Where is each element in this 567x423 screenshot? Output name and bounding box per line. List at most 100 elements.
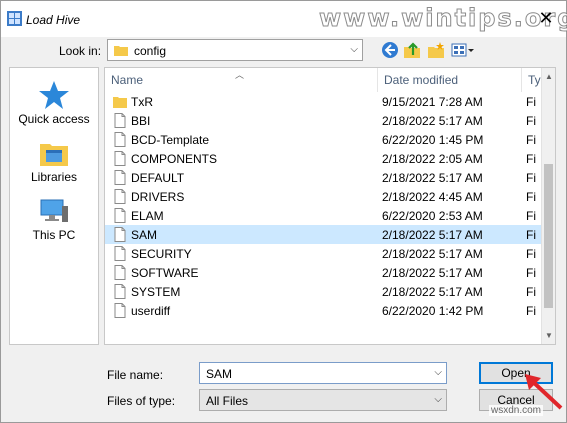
file-date: 6/22/2020 1:42 PM <box>382 304 484 318</box>
file-row[interactable]: SYSTEM 2/18/2022 5:17 AM Fi <box>105 282 541 301</box>
look-in-dropdown[interactable]: config ⌵ <box>107 39 363 61</box>
column-header-name[interactable]: Name <box>105 68 378 92</box>
view-menu-icon[interactable] <box>451 41 475 59</box>
file-icon <box>114 227 126 242</box>
watermark-text: www.wintips.org <box>318 4 567 33</box>
file-type: Fi <box>526 228 536 242</box>
up-folder-icon[interactable] <box>403 41 421 59</box>
file-name: BBI <box>131 114 151 128</box>
credit-text: wsxdn.com <box>489 405 544 416</box>
file-row[interactable]: BBI 2/18/2022 5:17 AM Fi <box>105 111 541 130</box>
file-icon <box>114 151 126 166</box>
file-name: BCD-Template <box>131 133 210 147</box>
look-in-label: Look in: <box>59 44 102 58</box>
file-row[interactable]: SECURITY 2/18/2022 5:17 AM Fi <box>105 244 541 263</box>
file-date: 2/18/2022 2:05 AM <box>382 152 483 166</box>
file-name-input[interactable]: SAM ⌵ <box>199 362 447 384</box>
file-date: 2/18/2022 5:17 AM <box>382 114 483 128</box>
vertical-scrollbar[interactable]: ▲ ▼ <box>541 68 555 344</box>
file-icon <box>114 265 126 280</box>
file-name: DRIVERS <box>131 190 185 204</box>
computer-icon <box>40 199 68 222</box>
file-name: userdiff <box>131 304 171 318</box>
file-name-value: SAM <box>206 367 233 381</box>
file-row[interactable]: SOFTWARE 2/18/2022 5:17 AM Fi <box>105 263 541 282</box>
files-of-type-label: Files of type: <box>107 394 176 408</box>
star-icon <box>39 81 69 109</box>
file-name: SAM <box>131 228 158 242</box>
scroll-up-icon[interactable]: ▲ <box>545 72 553 81</box>
new-folder-icon[interactable] <box>427 41 445 59</box>
file-row[interactable]: userdiff 6/22/2020 1:42 PM Fi <box>105 301 541 320</box>
place-libraries[interactable]: Libraries <box>10 138 98 184</box>
file-date: 2/18/2022 5:17 AM <box>382 266 483 280</box>
places-bar: Quick access Libraries This PC <box>9 67 99 345</box>
chevron-down-icon: ⌵ <box>350 44 358 55</box>
file-icon <box>114 208 126 223</box>
files-of-type-dropdown[interactable]: All Files ⌵ <box>199 389 447 411</box>
column-header-type[interactable]: Ty <box>522 68 541 92</box>
file-row[interactable]: DEFAULT 2/18/2022 5:17 AM Fi <box>105 168 541 187</box>
file-icon <box>114 113 126 128</box>
file-name: SYSTEM <box>131 285 181 299</box>
file-list[interactable]: ︿ Name Date modified Ty TxR 9/15/2021 7:2… <box>104 67 556 345</box>
file-type: Fi <box>526 247 536 261</box>
place-this-pc[interactable]: This PC <box>10 196 98 242</box>
file-type: Fi <box>526 114 536 128</box>
chevron-down-icon: ⌵ <box>434 394 442 405</box>
file-name: TxR <box>131 95 153 109</box>
file-row[interactable]: DRIVERS 2/18/2022 4:45 AM Fi <box>105 187 541 206</box>
file-date: 2/18/2022 5:17 AM <box>382 171 483 185</box>
file-row[interactable]: ELAM 6/22/2020 2:53 AM Fi <box>105 206 541 225</box>
file-name: DEFAULT <box>131 171 185 185</box>
file-icon <box>114 246 126 261</box>
file-icon <box>114 303 126 318</box>
file-name: ELAM <box>131 209 164 223</box>
title-bar: Load Hive www.wintips.org ✕ <box>1 1 567 37</box>
column-header-date[interactable]: Date modified <box>378 68 522 92</box>
file-type: Fi <box>526 209 536 223</box>
chevron-down-icon[interactable]: ⌵ <box>434 367 442 378</box>
file-type: Fi <box>526 304 536 318</box>
file-date: 6/22/2020 1:45 PM <box>382 133 484 147</box>
file-type: Fi <box>526 285 536 299</box>
load-hive-dialog: Load Hive www.wintips.org ✕ Look in: con… <box>0 0 567 423</box>
file-row[interactable]: COMPONENTS 2/18/2022 2:05 AM Fi <box>105 149 541 168</box>
file-name: SECURITY <box>131 247 192 261</box>
file-icon <box>114 170 126 185</box>
folder-icon <box>114 46 128 56</box>
libraries-icon <box>40 144 68 166</box>
place-quick-access[interactable]: Quick access <box>10 80 98 126</box>
file-row[interactable]: BCD-Template 6/22/2020 1:45 PM Fi <box>105 130 541 149</box>
file-row[interactable]: TxR 9/15/2021 7:28 AM Fi <box>105 92 541 111</box>
files-of-type-value: All Files <box>206 394 249 408</box>
file-name: COMPONENTS <box>131 152 218 166</box>
file-name-label: File name: <box>107 368 164 382</box>
place-label: Quick access <box>18 112 90 126</box>
file-type: Fi <box>526 171 536 185</box>
registry-icon <box>7 11 22 26</box>
place-label: This PC <box>32 228 76 242</box>
window-title: Load Hive <box>26 13 81 27</box>
file-type: Fi <box>526 152 536 166</box>
file-icon <box>114 189 126 204</box>
file-icon <box>114 132 126 147</box>
file-type: Fi <box>526 133 536 147</box>
close-icon[interactable]: ✕ <box>535 7 557 29</box>
file-date: 9/15/2021 7:28 AM <box>382 95 483 109</box>
place-label: Libraries <box>30 170 78 184</box>
file-row[interactable]: SAM 2/18/2022 5:17 AM Fi <box>105 225 541 244</box>
scroll-down-icon[interactable]: ▼ <box>545 331 553 340</box>
file-type: Fi <box>526 266 536 280</box>
file-icon <box>114 284 126 299</box>
file-date: 2/18/2022 4:45 AM <box>382 190 483 204</box>
file-date: 2/18/2022 5:17 AM <box>382 228 483 242</box>
file-type: Fi <box>526 190 536 204</box>
folder-icon <box>113 97 127 108</box>
back-icon[interactable] <box>381 41 399 59</box>
file-date: 6/22/2020 2:53 AM <box>382 209 483 223</box>
file-date: 2/18/2022 5:17 AM <box>382 247 483 261</box>
look-in-value: config <box>134 44 167 58</box>
file-type: Fi <box>526 95 536 109</box>
scrollbar-thumb[interactable] <box>544 164 553 308</box>
